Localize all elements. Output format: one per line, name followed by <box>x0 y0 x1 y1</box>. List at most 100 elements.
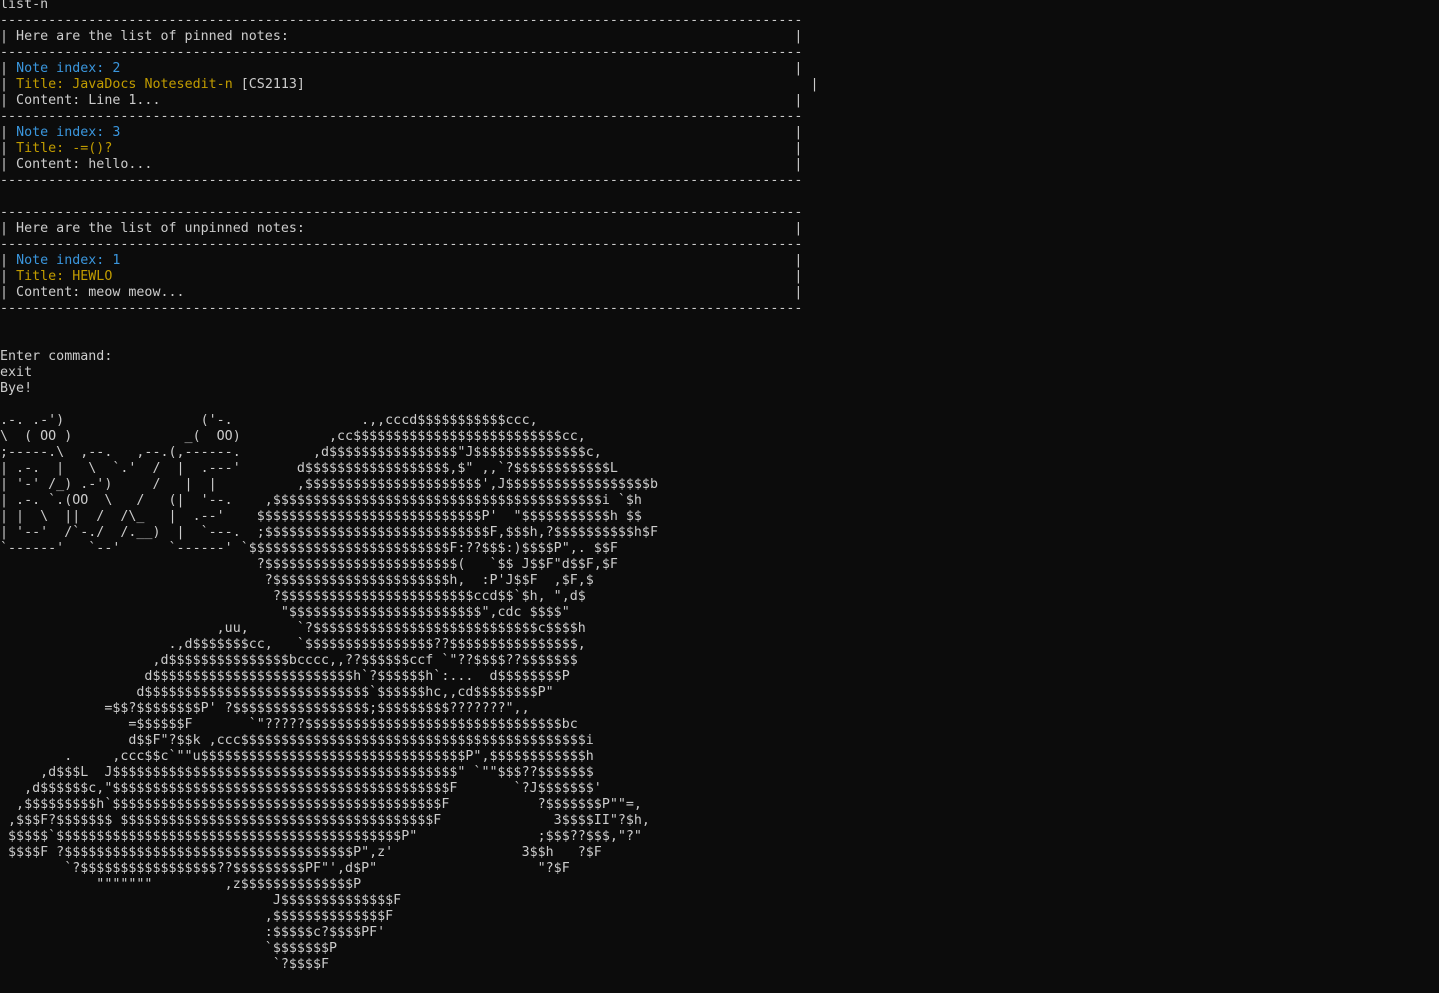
terminal-text: | <box>304 77 819 92</box>
terminal-text: | <box>0 141 17 156</box>
terminal-line-border: ----------------------------------------… <box>0 301 1439 317</box>
terminal-text: list-n <box>0 0 49 12</box>
terminal-text: ----------------------------------------… <box>0 205 803 220</box>
terminal-line-heading: | Here are the list of pinned notes: | <box>0 29 1439 45</box>
terminal-line-ascii-art: ,$$$F?$$$$$$$ $$$$$$$$$$$$$$$$$$$$$$$$$$… <box>0 813 1439 829</box>
terminal-text: ----------------------------------------… <box>0 237 803 252</box>
terminal-line-ascii-art: ,$$$$$$$$$$$$$$F <box>0 909 1439 925</box>
terminal-text: | <box>0 77 17 92</box>
terminal-text: ,d$$$L J$$$$$$$$$$$$$$$$$$$$$$$$$$$$$$$$… <box>0 765 594 780</box>
note-title-label: Title: JavaDocs Notesedit-n <box>16 77 233 92</box>
terminal-line-ascii-art: | '-' /_) .-') / | | ,$$$$$$$$$$$$$$$$$$… <box>0 477 1439 493</box>
terminal-line-note-content: | Content: meow meow... | <box>0 285 1439 301</box>
terminal-window[interactable]: list-n ----------------------------------… <box>0 0 1439 993</box>
terminal-text: | <box>0 61 17 76</box>
terminal-text: \ ( OO ) _( OO) ,cc$$$$$$$$$$$$$$$$$$$$$… <box>0 429 586 444</box>
terminal-line-ascii-art: d$$$$$$$$$$$$$$$$$$$$$$$$$h`?$$$$$$h`:..… <box>0 669 1439 685</box>
terminal-line-ascii-art: . ,ccc$$c`""u$$$$$$$$$$$$$$$$$$$$$$$$$$$… <box>0 749 1439 765</box>
terminal-line-command: list-n <box>0 0 1439 13</box>
terminal-text: ?$$$$$$$$$$$$$$$$$$$$$$$$ccd$$`$h, ",d$ <box>0 589 586 604</box>
note-title-label: Title: -=()? <box>16 141 113 156</box>
terminal-text: | Here are the list of unpinned notes: | <box>0 221 803 236</box>
terminal-text: | Content: hello... | <box>0 157 803 172</box>
terminal-line-ascii-art: ,d$$$L J$$$$$$$$$$$$$$$$$$$$$$$$$$$$$$$$… <box>0 765 1439 781</box>
terminal-line-border: ----------------------------------------… <box>0 205 1439 221</box>
terminal-line-ascii-art: ?$$$$$$$$$$$$$$$$$$$$$$$$ccd$$`$h, ",d$ <box>0 589 1439 605</box>
terminal-text: =$$?$$$$$$$$P' ?$$$$$$$$$$$$$$$$$;$$$$$$… <box>0 701 530 716</box>
terminal-text: $$$$$`$$$$$$$$$$$$$$$$$$$$$$$$$$$$$$$$$$… <box>0 829 642 844</box>
terminal-text: ----------------------------------------… <box>0 173 803 188</box>
terminal-line-note-index: | Note index: 1 | <box>0 253 1439 269</box>
terminal-line-ascii-art: d$$$$$$$$$$$$$$$$$$$$$$$$$$$$`$$$$$$hc,,… <box>0 685 1439 701</box>
terminal-text: ,d$$$$$$c,"$$$$$$$$$$$$$$$$$$$$$$$$$$$$$… <box>0 781 602 796</box>
terminal-text: ----------------------------------------… <box>0 45 803 60</box>
terminal-line-prompt: Enter command: <box>0 349 1439 365</box>
terminal-line-ascii-art: | .-. `.(OO \ / (| '--. ,$$$$$$$$$$$$$$$… <box>0 493 1439 509</box>
terminal-text: | | \ || / /\_ | .--' $$$$$$$$$$$$$$$$$$… <box>0 509 642 524</box>
note-index-label: Note index: 2 <box>16 61 121 76</box>
terminal-line-ascii-art: | | \ || / /\_ | .--' $$$$$$$$$$$$$$$$$$… <box>0 509 1439 525</box>
terminal-line-ascii-art: ,d$$$$$$$$$$$$$$$bcccc,,??$$$$$$ccf `"??… <box>0 653 1439 669</box>
terminal-line-note-index: | Note index: 2 | <box>0 61 1439 77</box>
terminal-text: Enter command: <box>0 349 113 364</box>
terminal-text: | <box>0 253 17 268</box>
terminal-line-border: ----------------------------------------… <box>0 173 1439 189</box>
terminal-line-ascii-art: $$$$$`$$$$$$$$$$$$$$$$$$$$$$$$$$$$$$$$$$… <box>0 829 1439 845</box>
terminal-line-border: ----------------------------------------… <box>0 109 1439 125</box>
terminal-text: | <box>120 125 803 140</box>
terminal-line-ascii-art: `------' `--' `------' `$$$$$$$$$$$$$$$$… <box>0 541 1439 557</box>
terminal-line-ascii-art: ?$$$$$$$$$$$$$$$$$$$$$$$$( `$$ J$$F"d$$F… <box>0 557 1439 573</box>
terminal-line-output: Bye! <box>0 381 1439 397</box>
terminal-line-border: ----------------------------------------… <box>0 45 1439 61</box>
terminal-text: | Content: Line 1... | <box>0 93 803 108</box>
terminal-text: ,uu, `?$$$$$$$$$$$$$$$$$$$$$$$$$$$$c$$$$… <box>0 621 586 636</box>
terminal-line-ascii-art: \ ( OO ) _( OO) ,cc$$$$$$$$$$$$$$$$$$$$$… <box>0 429 1439 445</box>
terminal-line-note-content: | Content: hello... | <box>0 157 1439 173</box>
terminal-line-border: ----------------------------------------… <box>0 13 1439 29</box>
terminal-text: "$$$$$$$$$$$$$$$$$$$$$$$$",cdc $$$$" <box>0 605 570 620</box>
terminal-line-ascii-art: `$$$$$$$P <box>0 941 1439 957</box>
terminal-line-note-content: | Content: Line 1... | <box>0 93 1439 109</box>
terminal-text: `------' `--' `------' `$$$$$$$$$$$$$$$$… <box>0 541 618 556</box>
terminal-line-command: exit <box>0 365 1439 381</box>
note-index-label: Note index: 1 <box>16 253 121 268</box>
terminal-text: .,d$$$$$$$cc, `$$$$$$$$$$$$$$$$??$$$$$$$… <box>0 637 586 652</box>
terminal-line-heading: | Here are the list of unpinned notes: | <box>0 221 1439 237</box>
note-tag: | <box>112 269 803 284</box>
terminal-line-ascii-art: .,d$$$$$$$cc, `$$$$$$$$$$$$$$$$??$$$$$$$… <box>0 637 1439 653</box>
terminal-line-ascii-art: | '--' /`-./ /.__) | `---. ;$$$$$$$$$$$$… <box>0 525 1439 541</box>
terminal-text: J$$$$$$$$$$$$$$F <box>0 893 402 908</box>
terminal-text: :$$$$$c?$$$$PF' <box>0 925 386 940</box>
terminal-line-ascii-art: :$$$$$c?$$$$PF' <box>0 925 1439 941</box>
terminal-text: ;-----.\ ,--. ,--.(,------. ,d$$$$$$$$$$… <box>0 445 602 460</box>
terminal-text: | <box>120 253 803 268</box>
terminal-text: `?$$$$$$$$$$$$$$$$$??$$$$$$$$$PF"',d$P" … <box>0 861 570 876</box>
terminal-line-ascii-art: `?$$$$$$$$$$$$$$$$$??$$$$$$$$$PF"',d$P" … <box>0 861 1439 877</box>
terminal-text: | <box>0 269 17 284</box>
terminal-line-ascii-art: J$$$$$$$$$$$$$$F <box>0 893 1439 909</box>
terminal-text: .-. .-') ('-. .,,cccd$$$$$$$$$$$ccc, <box>0 413 538 428</box>
terminal-text: =$$$$$$F `"?????$$$$$$$$$$$$$$$$$$$$$$$$… <box>0 717 578 732</box>
terminal-text: Bye! <box>0 381 33 396</box>
terminal-text: d$$$$$$$$$$$$$$$$$$$$$$$$$h`?$$$$$$h`:..… <box>0 669 570 684</box>
terminal-line-ascii-art: "$$$$$$$$$$$$$$$$$$$$$$$$",cdc $$$$" <box>0 605 1439 621</box>
terminal-line-ascii-art: ,d$$$$$$c,"$$$$$$$$$$$$$$$$$$$$$$$$$$$$$… <box>0 781 1439 797</box>
terminal-text: $$$$F ?$$$$$$$$$$$$$$$$$$$$$$$$$$$$$$$$$… <box>0 845 602 860</box>
terminal-line-ascii-art: `?$$$$F <box>0 957 1439 973</box>
terminal-line-ascii-art: $$$$F ?$$$$$$$$$$$$$$$$$$$$$$$$$$$$$$$$$… <box>0 845 1439 861</box>
terminal-line-ascii-art: | .-. | \ `.' / | .---' d$$$$$$$$$$$$$$$… <box>0 461 1439 477</box>
terminal-text: | .-. `.(OO \ / (| '--. ,$$$$$$$$$$$$$$$… <box>0 493 642 508</box>
terminal-text: ,$$$$$$$$$$$$$$F <box>0 909 394 924</box>
terminal-line-ascii-art: =$$$$$$F `"?????$$$$$$$$$$$$$$$$$$$$$$$$… <box>0 717 1439 733</box>
note-index-label: Note index: 3 <box>16 125 121 140</box>
terminal-line-ascii-art: .-. .-') ('-. .,,cccd$$$$$$$$$$$ccc, <box>0 413 1439 429</box>
terminal-text: d$$F"?$$k ,ccc$$$$$$$$$$$$$$$$$$$$$$$$$$… <box>0 733 594 748</box>
terminal-line-note-index: | Note index: 3 | <box>0 125 1439 141</box>
terminal-text: | .-. | \ `.' / | .---' d$$$$$$$$$$$$$$$… <box>0 461 618 476</box>
terminal-line-ascii-art: ?$$$$$$$$$$$$$$$$$$$$$$h, :P'J$$F ,$F,$ <box>0 573 1439 589</box>
terminal-text: ?$$$$$$$$$$$$$$$$$$$$$$h, :P'J$$F ,$F,$ <box>0 573 594 588</box>
terminal-text: | Here are the list of pinned notes: | <box>0 29 803 44</box>
terminal-text: . ,ccc$$c`""u$$$$$$$$$$$$$$$$$$$$$$$$$$$… <box>0 749 594 764</box>
